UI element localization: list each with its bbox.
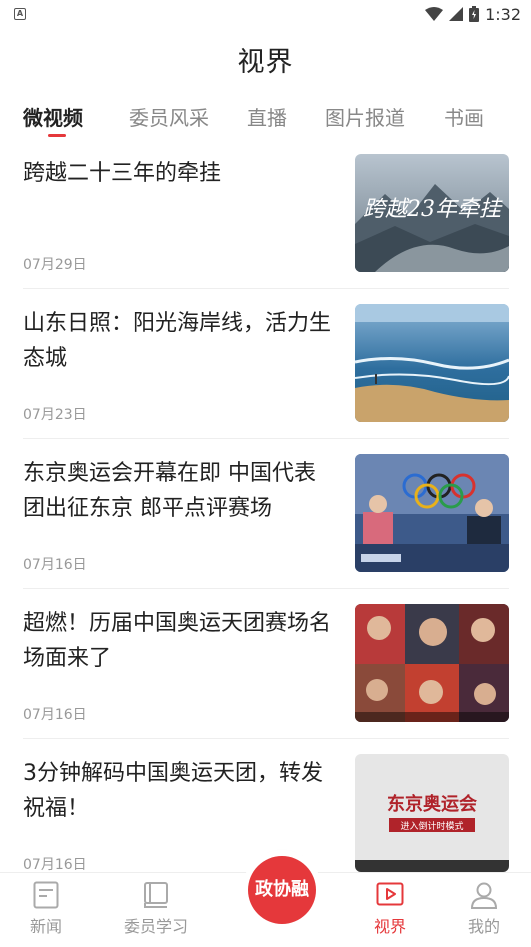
- tab-photo-report[interactable]: 图片报道: [325, 102, 405, 131]
- svg-text:东京奥运会: 东京奥运会: [387, 793, 477, 815]
- notification-a-icon: A: [14, 8, 26, 20]
- nav-label: 委员学习: [123, 917, 188, 936]
- status-icons: 1:32: [425, 4, 521, 24]
- svg-text:跨越23年牵挂: 跨越23年牵挂: [363, 197, 503, 222]
- item-thumbnail: [355, 604, 509, 722]
- item-date: 07月29日: [23, 257, 87, 273]
- item-title: 山东日照：阳光海岸线，活力生态城: [23, 311, 332, 371]
- wifi-icon: [425, 7, 444, 21]
- divider: [23, 288, 509, 289]
- item-thumbnail: 跨越23年牵挂: [355, 154, 509, 272]
- item-title: 超燃！历届中国奥运天团赛场名场面来了: [23, 611, 332, 671]
- item-date: 07月16日: [23, 857, 87, 873]
- category-tabs: 微视频 委员风采 直播 图片报道 书画: [0, 96, 531, 140]
- tab-live[interactable]: 直播: [247, 102, 287, 131]
- item-date: 07月16日: [23, 557, 87, 573]
- nav-label: 新闻: [29, 917, 62, 936]
- item-title: 东京奥运会开幕在即 中国代表团出征东京 郎平点评赛场: [23, 461, 316, 521]
- item-title: 3分钟解码中国奥运天团，转发祝福！: [23, 761, 323, 821]
- list-item[interactable]: 东京奥运会开幕在即 中国代表团出征东京 郎平点评赛场 07月16日: [0, 450, 531, 600]
- status-time: 1:32: [485, 4, 521, 24]
- book-icon: [144, 882, 168, 908]
- tab-member-style[interactable]: 委员风采: [129, 102, 209, 131]
- nav-vision[interactable]: 视界: [350, 881, 430, 937]
- nav-label: 视界: [373, 917, 406, 936]
- news-icon: [33, 881, 59, 909]
- video-icon: [376, 882, 404, 906]
- status-bar: A 1:32: [0, 0, 531, 28]
- list-item[interactable]: 跨越二十三年的牵挂 07月29日 跨越23年牵挂: [0, 150, 531, 300]
- divider: [23, 438, 509, 439]
- item-thumbnail: [355, 454, 509, 572]
- svg-text:进入倒计时模式: 进入倒计时模式: [400, 820, 463, 832]
- battery-icon: [469, 6, 480, 22]
- item-thumbnail: [355, 304, 509, 422]
- nav-member-study[interactable]: 委员学习: [116, 881, 196, 937]
- tab-micro-video[interactable]: 微视频: [23, 102, 83, 131]
- page-title: 视界: [237, 47, 294, 78]
- item-thumbnail: 东京奥运会 进入倒计时模式: [355, 754, 509, 872]
- item-date: 07月16日: [23, 707, 87, 723]
- nav-news[interactable]: 新闻: [6, 881, 86, 937]
- tab-calligraphy[interactable]: 书画: [444, 102, 484, 131]
- divider: [23, 588, 509, 589]
- list-item[interactable]: 山东日照：阳光海岸线，活力生态城 07月23日: [0, 300, 531, 450]
- item-date: 07月23日: [23, 407, 87, 423]
- profile-icon: [470, 882, 498, 909]
- nav-label: 我的: [467, 917, 500, 936]
- tab-active-indicator: [48, 134, 66, 137]
- item-title: 跨越二十三年的牵挂: [23, 161, 222, 186]
- nav-mine[interactable]: 我的: [444, 881, 524, 937]
- center-zhengxie-button[interactable]: 政协融: [248, 856, 316, 924]
- signal-icon: [449, 7, 464, 21]
- divider: [23, 738, 509, 739]
- list-item[interactable]: 超燃！历届中国奥运天团赛场名场面来了 07月16日: [0, 600, 531, 750]
